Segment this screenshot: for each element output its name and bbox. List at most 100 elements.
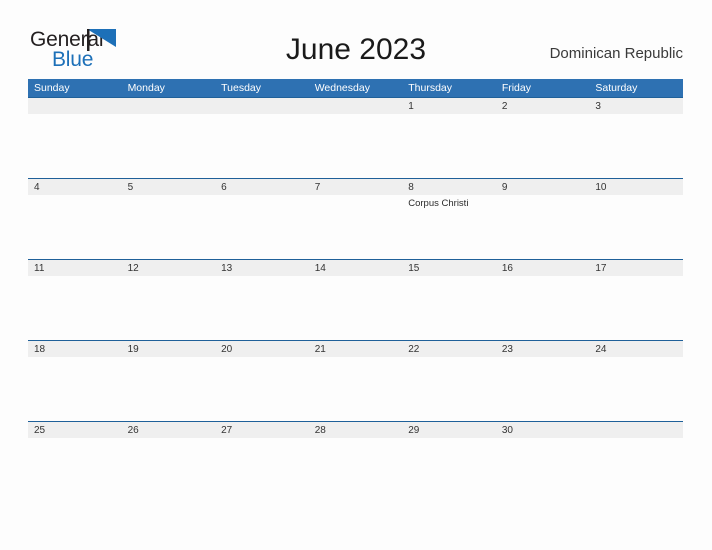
day-cell[interactable]: 20 <box>215 341 309 421</box>
country-label: Dominican Republic <box>549 45 683 62</box>
day-cell[interactable]: 23 <box>496 341 590 421</box>
day-events <box>315 114 403 117</box>
day-number: 7 <box>314 182 321 193</box>
weekday-header-row: Sunday Monday Tuesday Wednesday Thursday… <box>28 79 683 97</box>
weekday-wednesday: Wednesday <box>314 82 370 94</box>
day-cell[interactable] <box>28 98 122 178</box>
day-events <box>34 438 122 441</box>
day-events <box>595 357 683 360</box>
week-row: 18 19 20 21 22 23 24 <box>28 340 683 421</box>
day-cell[interactable]: 16 <box>496 260 590 340</box>
day-cell[interactable] <box>122 98 216 178</box>
day-cell[interactable]: 8 Corpus Christi <box>402 179 496 259</box>
day-cell[interactable]: 9 <box>496 179 590 259</box>
day-number: 6 <box>221 182 227 193</box>
day-cell[interactable]: 10 <box>589 179 683 259</box>
weekday-saturday: Saturday <box>595 82 638 94</box>
day-events <box>502 114 590 117</box>
day-number: 3 <box>595 101 601 112</box>
week-row: 1 2 3 <box>28 97 683 178</box>
day-cell[interactable]: 5 <box>122 179 216 259</box>
day-events <box>221 438 309 441</box>
day-number: 9 <box>501 182 508 193</box>
day-number: 4 <box>34 182 40 193</box>
day-number: 1 <box>408 101 414 112</box>
day-cell[interactable]: 12 <box>122 260 216 340</box>
day-events <box>34 276 122 279</box>
day-number: 15 <box>408 263 420 274</box>
day-cell[interactable]: 15 <box>402 260 496 340</box>
day-cell[interactable]: 19 <box>122 341 216 421</box>
calendar-weeks: 1 2 3 4 5 6 7 8 Corpus Christi 9 10 11 12 13 14 15 16 17 1… <box>28 97 683 502</box>
day-cell[interactable]: 26 <box>122 422 216 502</box>
day-cell[interactable] <box>215 98 309 178</box>
day-cell[interactable]: 17 <box>589 260 683 340</box>
day-cell[interactable]: 25 <box>28 422 122 502</box>
day-events <box>595 114 683 117</box>
day-number: 20 <box>221 344 233 355</box>
day-number: 21 <box>314 344 326 355</box>
day-events <box>315 357 403 360</box>
day-cell[interactable]: 29 <box>402 422 496 502</box>
day-cell[interactable]: 3 <box>589 98 683 178</box>
day-events <box>502 195 590 198</box>
day-cell[interactable] <box>309 98 403 178</box>
day-events <box>595 438 683 441</box>
day-cell[interactable]: 22 <box>402 341 496 421</box>
day-number: 29 <box>408 425 420 436</box>
weekday-tuesday: Tuesday <box>221 82 262 94</box>
day-events <box>502 357 590 360</box>
day-cell[interactable]: 13 <box>215 260 309 340</box>
day-cell[interactable]: 27 <box>215 422 309 502</box>
day-cells: 25 26 27 28 29 30 <box>28 422 683 502</box>
day-cells: 18 19 20 21 22 23 24 <box>28 341 683 421</box>
day-number <box>128 99 216 114</box>
day-cell[interactable]: 2 <box>496 98 590 178</box>
weekday-thursday: Thursday <box>408 82 453 94</box>
day-cell[interactable]: 24 <box>589 341 683 421</box>
day-events <box>221 276 309 279</box>
day-cell[interactable]: 7 <box>309 179 403 259</box>
weekday-monday: Monday <box>127 82 165 94</box>
day-number <box>34 99 122 114</box>
day-events <box>34 357 122 360</box>
day-number <box>595 423 683 438</box>
day-events <box>128 114 216 117</box>
day-events <box>315 195 403 198</box>
day-cells: 4 5 6 7 8 Corpus Christi 9 10 <box>28 179 683 259</box>
day-cell[interactable]: 4 <box>28 179 122 259</box>
day-events <box>128 438 216 441</box>
day-number: 12 <box>127 263 139 274</box>
week-row: 25 26 27 28 29 30 <box>28 421 683 502</box>
weekday-sunday: Sunday <box>34 82 70 94</box>
day-number: 19 <box>127 344 139 355</box>
day-cell[interactable]: 6 <box>215 179 309 259</box>
day-number <box>221 99 309 114</box>
day-events <box>408 276 496 279</box>
day-events <box>315 276 403 279</box>
day-cell[interactable]: 18 <box>28 341 122 421</box>
day-number: 14 <box>314 263 326 274</box>
day-number: 8 <box>408 182 414 193</box>
day-number: 11 <box>34 263 45 274</box>
day-number: 13 <box>221 263 233 274</box>
day-cells: 1 2 3 <box>28 98 683 178</box>
day-events <box>408 357 496 360</box>
day-cell[interactable]: 28 <box>309 422 403 502</box>
calendar-page: General Blue June 2023 Dominican Republi… <box>0 0 712 550</box>
day-cell[interactable]: 30 <box>496 422 590 502</box>
day-cell[interactable]: 14 <box>309 260 403 340</box>
day-number: 26 <box>127 425 139 436</box>
page-header: General Blue June 2023 Dominican Republi… <box>0 0 712 78</box>
day-events <box>221 114 309 117</box>
day-events <box>502 438 590 441</box>
day-events <box>408 438 496 441</box>
day-number: 17 <box>595 263 607 274</box>
day-events <box>221 195 309 198</box>
day-number: 30 <box>501 425 513 436</box>
day-cell[interactable]: 21 <box>309 341 403 421</box>
day-number: 25 <box>34 425 46 436</box>
day-cell[interactable]: 11 <box>28 260 122 340</box>
day-cell[interactable] <box>589 422 683 502</box>
day-cell[interactable]: 1 <box>402 98 496 178</box>
